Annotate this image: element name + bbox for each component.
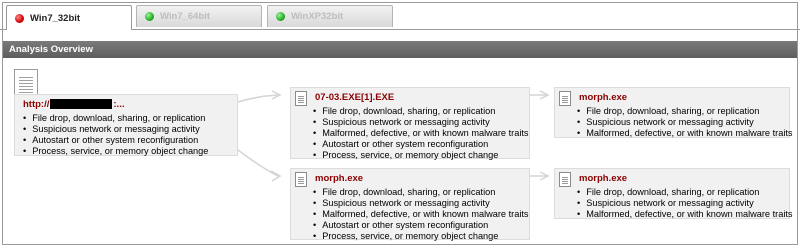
- behavior-list: File drop, download, sharing, or replica…: [23, 113, 231, 157]
- list-item: Malformed, defective, or with known malw…: [313, 128, 528, 139]
- url-suffix: :...: [113, 99, 125, 110]
- list-item: File drop, download, sharing, or replica…: [577, 106, 783, 117]
- node-morph-bottom-right[interactable]: morph.exe File drop, download, sharing, …: [554, 168, 793, 220]
- list-item: File drop, download, sharing, or replica…: [23, 113, 231, 124]
- list-item: Suspicious network or messaging activity: [313, 117, 523, 128]
- list-item: File drop, download, sharing, or replica…: [313, 187, 523, 198]
- behavior-list: File drop, download, sharing, or replica…: [299, 106, 528, 161]
- node-title: morph.exe: [579, 173, 628, 184]
- list-item: Malformed, defective, or with known malw…: [577, 209, 792, 220]
- list-item: Process, service, or memory object chang…: [313, 231, 523, 242]
- list-item: File drop, download, sharing, or replica…: [577, 187, 783, 198]
- list-item: Suspicious network or messaging activity: [313, 198, 523, 209]
- tab-win7-32bit[interactable]: Win7_32bit: [6, 5, 132, 30]
- document-icon: [559, 91, 571, 106]
- list-item: Suspicious network or messaging activity: [577, 117, 783, 128]
- node-morph-top-right[interactable]: morph.exe File drop, download, sharing, …: [554, 87, 793, 139]
- url-prefix: http://: [23, 99, 50, 110]
- list-item: Malformed, defective, or with known malw…: [577, 128, 792, 139]
- document-icon: [295, 172, 307, 187]
- section-title: Analysis Overview: [9, 44, 93, 55]
- node-root-url[interactable]: http://:... File drop, download, sharing…: [14, 94, 238, 156]
- list-item: Suspicious network or messaging activity: [577, 198, 783, 209]
- status-green-icon: [276, 12, 285, 21]
- list-item: Malformed, defective, or with known malw…: [313, 209, 528, 220]
- status-red-icon: [15, 13, 24, 23]
- status-green-icon: [145, 12, 154, 21]
- list-item: Autostart or other system reconfiguratio…: [313, 220, 523, 231]
- node-title: morph.exe: [579, 92, 628, 103]
- tab-label: WinXP32bit: [291, 11, 344, 22]
- tab-winxp32bit[interactable]: WinXP32bit: [267, 5, 393, 27]
- behavior-list: File drop, download, sharing, or replica…: [299, 187, 528, 242]
- document-icon: [295, 91, 307, 106]
- tab-label: Win7_32bit: [30, 12, 81, 24]
- behavior-list: File drop, download, sharing, or replica…: [563, 106, 792, 139]
- node-title: http://:...: [23, 99, 231, 111]
- tab-win7-64bit[interactable]: Win7_64bit: [136, 5, 262, 27]
- node-morph-mid[interactable]: morph.exe File drop, download, sharing, …: [290, 168, 530, 242]
- document-icon: [559, 172, 571, 187]
- node-title: morph.exe: [315, 173, 364, 184]
- node-exe1[interactable]: 07-03.EXE[1].EXE File drop, download, sh…: [290, 87, 530, 161]
- tab-label: Win7_64bit: [160, 11, 211, 22]
- node-title: 07-03.EXE[1].EXE: [315, 92, 395, 103]
- list-item: Autostart or other system reconfiguratio…: [23, 135, 231, 146]
- list-item: Process, service, or memory object chang…: [23, 146, 231, 157]
- list-item: Process, service, or memory object chang…: [313, 150, 523, 161]
- list-item: Suspicious network or messaging activity: [23, 124, 231, 135]
- section-header: Analysis Overview: [3, 41, 797, 58]
- list-item: Autostart or other system reconfiguratio…: [313, 139, 523, 150]
- list-item: File drop, download, sharing, or replica…: [313, 106, 523, 117]
- redaction-block: [50, 99, 113, 110]
- behavior-list: File drop, download, sharing, or replica…: [563, 187, 792, 220]
